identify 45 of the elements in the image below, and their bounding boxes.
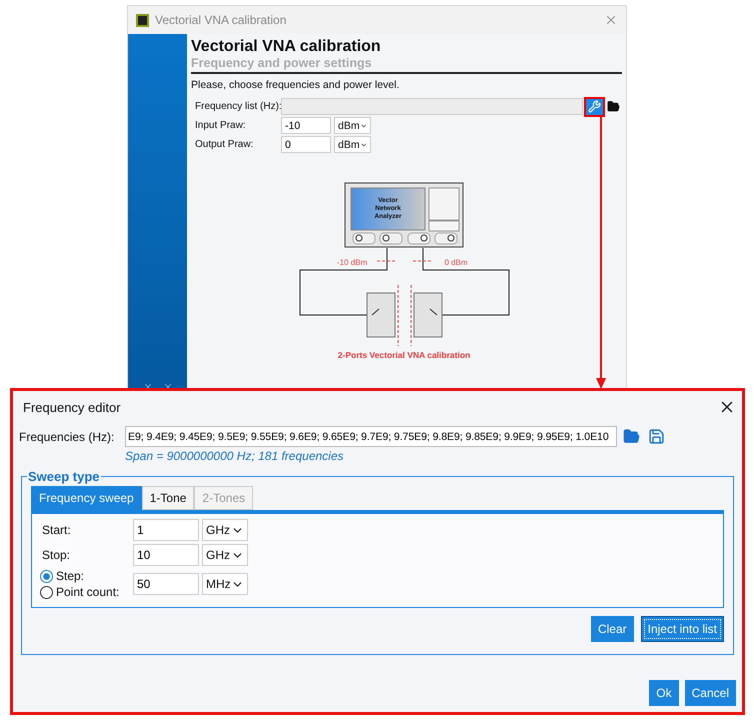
frequency-list-field[interactable] bbox=[281, 98, 583, 115]
window-title: Vectorial VNA calibration bbox=[155, 13, 288, 27]
unit-dropdown[interactable]: GHz bbox=[202, 544, 248, 566]
sweep-tab[interactable]: Frequency sweep bbox=[31, 486, 142, 510]
open-folder-icon[interactable] bbox=[605, 100, 622, 113]
instruction-text: Please, choose frequencies and power level. bbox=[191, 79, 400, 91]
leader-line bbox=[376, 260, 432, 262]
diagram-caption: 2-Ports Vectorial VNA calibration bbox=[337, 350, 470, 360]
tools-button[interactable] bbox=[584, 96, 605, 116]
power-input[interactable]: 0 bbox=[281, 136, 331, 153]
app-logo-icon bbox=[136, 14, 149, 26]
frequencies-field[interactable]: E9; 9.4E9; 9.45E9; 9.5E9; 9.55E9; 9.6E9; 9.65E9; 9.7E9; 9.75E9; 9.8E9; 9.85E9; 9.9E9; 9.95E9; 1.0E10 bbox=[125, 426, 617, 447]
dialog-button[interactable]: Cancel bbox=[684, 680, 736, 706]
radio-label: Point count: bbox=[56, 585, 120, 599]
unit-dropdown[interactable]: MHz bbox=[202, 573, 248, 595]
field-label: Frequencies (Hz): bbox=[19, 430, 116, 444]
sweep-tab[interactable]: 1-Tone bbox=[142, 486, 194, 510]
action-button[interactable]: Clear bbox=[590, 616, 634, 642]
unit-dropdown[interactable]: GHz bbox=[202, 519, 248, 541]
field-label: Output Praw: bbox=[195, 139, 254, 150]
reference-plane-line bbox=[397, 284, 411, 346]
field-label: Input Praw: bbox=[195, 120, 247, 131]
power-input[interactable]: -10 bbox=[281, 117, 331, 134]
action-button[interactable]: Inject into list bbox=[640, 616, 724, 642]
field-label: Start: bbox=[42, 523, 72, 537]
dialog-title: Frequency editor bbox=[23, 400, 121, 414]
unit-dropdown[interactable]: dBm bbox=[334, 136, 371, 153]
radio-button[interactable] bbox=[40, 570, 53, 582]
page-subheading: Frequency and power settings bbox=[191, 56, 622, 74]
close-icon[interactable] bbox=[604, 13, 618, 27]
group-title: Sweep type bbox=[27, 469, 101, 484]
unit-dropdown[interactable]: dBm bbox=[334, 117, 371, 134]
wrench-icon bbox=[588, 100, 601, 113]
span-note: Span = 9000000000 Hz; 181 frequencies bbox=[125, 449, 345, 463]
page-heading: Vectorial VNA calibration bbox=[191, 38, 382, 56]
radio-label: Step: bbox=[56, 569, 84, 583]
power-label: -10 dBm bbox=[336, 258, 367, 267]
dialog-button[interactable]: Ok bbox=[649, 680, 679, 706]
value-input[interactable]: 1 bbox=[133, 519, 199, 541]
value-input[interactable]: 50 bbox=[133, 573, 199, 595]
field-label: Stop: bbox=[42, 548, 72, 562]
value-input[interactable]: 10 bbox=[133, 544, 199, 566]
radio-button[interactable] bbox=[40, 586, 53, 598]
field-label: Frequency list (Hz): bbox=[195, 101, 281, 112]
power-label: 0 dBm bbox=[444, 258, 468, 267]
